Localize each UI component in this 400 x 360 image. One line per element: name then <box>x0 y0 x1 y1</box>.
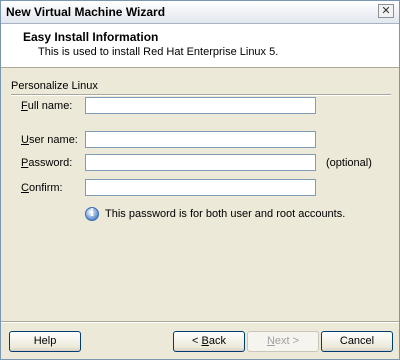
full-name-label-text: ull name: <box>27 100 73 112</box>
wizard-header: Easy Install Information This is used to… <box>1 24 399 68</box>
password-optional-hint: (optional) <box>326 157 372 169</box>
footer-divider <box>1 321 399 323</box>
confirm-label-text: onfirm: <box>28 182 63 194</box>
next-button-key: N <box>266 335 275 347</box>
header-title: Easy Install Information <box>23 30 159 44</box>
header-subtitle: This is used to install Red Hat Enterpri… <box>38 46 279 58</box>
full-name-field[interactable] <box>85 97 316 114</box>
password-label: Password: <box>21 157 72 169</box>
password-field[interactable] <box>85 154 316 171</box>
cancel-button[interactable]: Cancel <box>321 331 393 352</box>
next-button[interactable]: Next > <box>247 331 319 352</box>
confirm-password-field[interactable] <box>85 179 316 196</box>
title-bar[interactable]: New Virtual Machine Wizard ✕ <box>1 1 399 24</box>
section-divider <box>11 94 391 96</box>
confirm-label-key: C <box>21 182 29 194</box>
help-button-label: Help <box>33 335 57 347</box>
cancel-button-label: Cancel <box>339 335 375 347</box>
back-button-label: ack <box>208 335 226 347</box>
user-name-field[interactable] <box>85 131 316 148</box>
info-message: i This password is for both user and roo… <box>85 207 385 223</box>
section-label: Personalize Linux <box>11 80 98 92</box>
window-title: New Virtual Machine Wizard <box>6 5 166 19</box>
confirm-label: Confirm: <box>21 182 63 194</box>
close-icon: ✕ <box>381 5 391 17</box>
next-button-label: ext > <box>274 335 300 347</box>
user-name-label-key: U <box>21 134 29 146</box>
info-text: This password is for both user and root … <box>105 208 346 220</box>
full-name-label: Full name: <box>21 100 72 112</box>
user-name-label-text: ser name: <box>28 134 78 146</box>
back-button-prefix: < <box>192 335 202 347</box>
back-button-key: B <box>201 335 209 347</box>
close-button[interactable]: ✕ <box>378 4 394 18</box>
user-name-label: User name: <box>21 134 78 146</box>
password-label-text: assword: <box>28 157 73 169</box>
wizard-window: New Virtual Machine Wizard ✕ Easy Instal… <box>0 0 400 360</box>
help-button[interactable]: Help <box>9 331 81 352</box>
back-button[interactable]: < Back <box>173 331 245 352</box>
info-icon: i <box>85 207 99 221</box>
full-name-label-key: F <box>21 100 28 112</box>
